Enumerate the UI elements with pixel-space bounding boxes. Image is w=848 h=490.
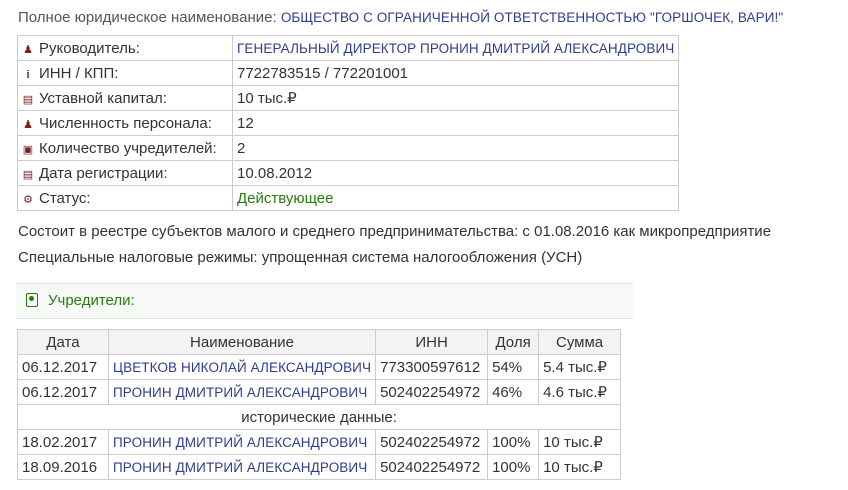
contact-card-icon [26, 293, 38, 307]
founder-name-link[interactable]: ПРОНИН ДМИТРИЙ АЛЕКСАНДРОВИЧ [113, 460, 367, 475]
founder-name-link[interactable]: ПРОНИН ДМИТРИЙ АЛЕКСАНДРОВИЧ [113, 435, 367, 450]
column-header: Сумма [538, 329, 622, 355]
info-row-capital: ▤ Уставной капитал: 10 тыс.₽ [17, 85, 680, 111]
info-label: ИНН / КПП: [39, 64, 119, 82]
date-cell: 06.12.2017 [17, 379, 109, 405]
info-row-inn: i ИНН / КПП: 7722783515 / 772201001 [17, 60, 680, 86]
history-label: исторические данные: [16, 404, 622, 430]
share-cell: 54% [487, 354, 540, 380]
tax-regime-text: Специальные налоговые режимы: упрощенная… [18, 249, 583, 266]
sum-cell: 4.6 тыс.₽ [538, 379, 622, 405]
founder-name-link[interactable]: ПРОНИН ДМИТРИЙ АЛЕКСАНДРОВИЧ [113, 385, 367, 400]
info-table: ♟ Руководитель: ГЕНЕРАЛЬНЫЙ ДИРЕКТОР ПРОН… [17, 35, 680, 211]
info-row-reg-date: ▤ Дата регистрации: 10.08.2012 [17, 160, 680, 186]
info-label: Уставной капитал: [39, 89, 167, 107]
share-cell: 100% [487, 429, 540, 455]
table-row: 18.09.2016 ПРОНИН ДМИТРИЙ АЛЕКСАНДРОВИЧ … [17, 454, 622, 480]
share-cell: 100% [487, 454, 540, 480]
inn-cell: 502402254972 [375, 379, 489, 405]
founders-header[interactable]: Учредители: [16, 283, 633, 319]
founders-title: Учредители: [48, 292, 135, 309]
info-row-founders-count: ▣ Количество учредителей: 2 [17, 135, 680, 161]
column-header: Наименование [107, 329, 377, 355]
director-link[interactable]: ГЕНЕРАЛЬНЫЙ ДИРЕКТОР ПРОНИН ДМИТРИЙ АЛЕК… [237, 41, 674, 56]
full-name-label: Полное юридическое наименование: [18, 9, 277, 26]
info-value: 2 [231, 135, 680, 161]
smb-registry-text: Состоит в реестре субъектов малого и сре… [18, 223, 772, 240]
history-divider-row: исторические данные: [16, 404, 622, 430]
founder-name-link[interactable]: ЦВЕТКОВ НИКОЛАЙ АЛЕКСАНДРОВИЧ [113, 360, 371, 375]
contact-icon: ▣ [22, 143, 34, 156]
inn-cell: 502402254972 [375, 454, 489, 480]
column-header: Доля [487, 329, 540, 355]
info-icon: i [26, 68, 30, 81]
table-row: 18.02.2017 ПРОНИН ДМИТРИЙ АЛЕКСАНДРОВИЧ … [17, 429, 622, 455]
info-row-status: ⚙ Статус: Действующее [17, 185, 680, 211]
info-label: Количество учредителей: [39, 139, 217, 157]
money-icon: ▤ [22, 93, 34, 106]
info-row-director: ♟ Руководитель: ГЕНЕРАЛЬНЫЙ ДИРЕКТОР ПРОН… [17, 35, 680, 61]
info-label: Дата регистрации: [39, 164, 168, 182]
inn-cell: 773300597612 [375, 354, 489, 380]
person-icon: ♟ [23, 43, 33, 56]
share-cell: 46% [487, 379, 540, 405]
info-value: 12 [231, 110, 680, 136]
info-value: 10 тыс.₽ [231, 85, 680, 111]
info-label: Статус: [39, 189, 91, 207]
people-icon: ♟ [23, 118, 33, 131]
column-header: ИНН [375, 329, 489, 355]
inn-cell: 502402254972 [375, 429, 489, 455]
date-cell: 18.09.2016 [17, 454, 109, 480]
gears-icon: ⚙ [23, 193, 33, 206]
date-cell: 18.02.2017 [17, 429, 109, 455]
card-icon: ▤ [22, 168, 34, 181]
table-row: 06.12.2017 ЦВЕТКОВ НИКОЛАЙ АЛЕКСАНДРОВИЧ… [17, 354, 622, 380]
info-row-staff: ♟ Численность персонала: 12 [17, 110, 680, 136]
column-header: Дата [17, 329, 109, 355]
status-value: Действующее [231, 185, 680, 211]
info-label: Численность персонала: [39, 114, 212, 132]
info-label: Руководитель: [39, 39, 140, 57]
founders-table: Дата Наименование ИНН Доля Сумма 06.12.2… [16, 329, 622, 480]
table-row: 06.12.2017 ПРОНИН ДМИТРИЙ АЛЕКСАНДРОВИЧ … [17, 379, 622, 405]
sum-cell: 10 тыс.₽ [538, 454, 622, 480]
full-name-link[interactable]: ОБЩЕСТВО С ОГРАНИЧЕННОЙ ОТВЕТСТВЕННОСТЬЮ… [281, 10, 783, 25]
table-header-row: Дата Наименование ИНН Доля Сумма [17, 329, 622, 355]
date-cell: 06.12.2017 [17, 354, 109, 380]
info-value: 10.08.2012 [231, 160, 680, 186]
info-value: 7722783515 / 772201001 [231, 60, 680, 86]
full-name-line: Полное юридическое наименование: ОБЩЕСТВ… [18, 9, 783, 26]
sum-cell: 5.4 тыс.₽ [538, 354, 622, 380]
sum-cell: 10 тыс.₽ [538, 429, 622, 455]
